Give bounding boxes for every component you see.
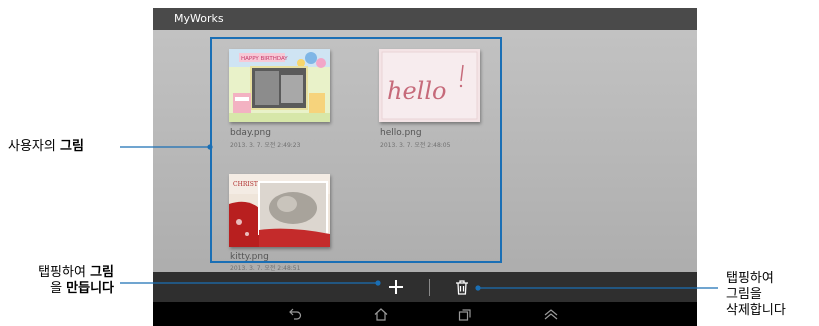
create-callout: 탭핑하여 그림 을 만듭니다: [8, 265, 114, 297]
drawings-callout-bold: 그림: [59, 139, 84, 154]
callout-lines: [120, 144, 718, 291]
delete-callout-line3: 삭제합니다: [726, 303, 786, 318]
delete-callout-line2: 그림을: [726, 287, 762, 302]
create-callout-line1-bold: 그림: [90, 265, 114, 280]
create-callout-line2-text: 을: [50, 281, 67, 296]
delete-leader-dot: [475, 285, 481, 291]
drawings-callout: 사용자의 그림: [8, 139, 84, 155]
create-callout-line1-text: 탭핑하여: [38, 265, 91, 280]
create-callout-line2-bold: 만듭니다: [66, 281, 114, 296]
drawings-leader-dot: [207, 144, 213, 150]
delete-callout-line1: 탭핑하여: [726, 271, 774, 286]
add-leader-dot: [375, 280, 381, 286]
delete-callout: 탭핑하여 그림을 삭제합니다: [726, 271, 786, 319]
drawings-callout-text: 사용자의: [8, 139, 60, 154]
